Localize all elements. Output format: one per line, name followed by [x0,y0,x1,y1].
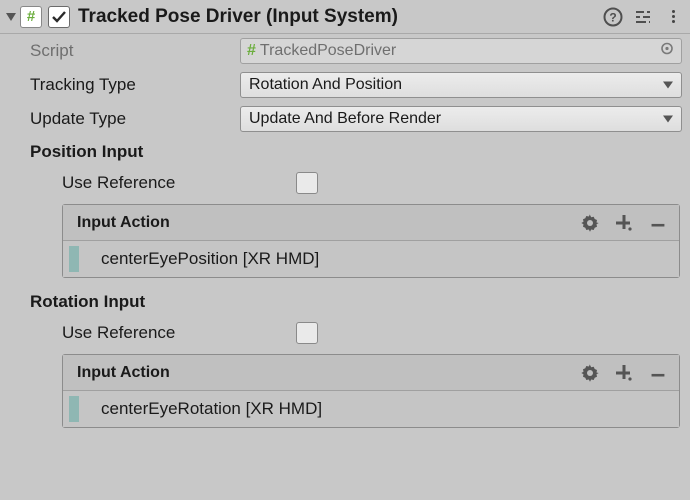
update-type-row: Update Type Update And Before Render [0,102,690,136]
rotation-input-action-box: Input Action – centerEyeRotation [XR HMD… [62,354,680,428]
help-icon[interactable]: ? [602,6,624,28]
gear-icon[interactable] [579,362,601,384]
update-type-label: Update Type [30,109,240,129]
rotation-use-reference-row: Use Reference [0,316,690,350]
object-picker-icon[interactable] [659,41,675,62]
component-title: Tracked Pose Driver (Input System) [78,6,398,28]
tracking-type-label: Tracking Type [30,75,240,95]
position-input-heading: Position Input [0,136,690,166]
rotation-input-heading: Rotation Input [0,286,690,316]
rotation-use-reference-checkbox[interactable] [296,322,318,344]
rotation-use-reference-label: Use Reference [62,323,296,343]
context-menu-icon[interactable] [662,6,684,28]
script-hash-icon: # [247,42,256,60]
foldout-toggle-icon[interactable] [6,13,16,21]
remove-icon[interactable]: – [647,362,669,384]
script-label: Script [30,41,240,61]
script-object-field[interactable]: # TrackedPoseDriver [240,38,682,64]
position-input-binding: centerEyePosition [XR HMD] [101,249,319,269]
rotation-input-action-label: Input Action [77,364,170,382]
position-input-action-box: Input Action – centerEyePosition [XR HMD… [62,204,680,278]
update-type-dropdown[interactable]: Update And Before Render [240,106,682,132]
checkmark-icon [51,9,67,25]
svg-text:?: ? [609,10,616,24]
rotation-input-action-header: Input Action – [63,355,679,391]
enable-checkbox[interactable] [48,6,70,28]
rotation-input-binding: centerEyeRotation [XR HMD] [101,399,322,419]
tracking-type-value: Rotation And Position [249,76,402,94]
position-use-reference-row: Use Reference [0,166,690,200]
gear-icon[interactable] [579,212,601,234]
position-input-action-header: Input Action – [63,205,679,241]
script-value: TrackedPoseDriver [260,42,396,60]
add-icon[interactable] [613,212,635,234]
tracking-type-dropdown[interactable]: Rotation And Position [240,72,682,98]
tracking-type-row: Tracking Type Rotation And Position [0,68,690,102]
inspector-panel: # Tracked Pose Driver (Input System) ? S… [0,0,690,500]
position-use-reference-label: Use Reference [62,173,296,193]
position-input-action-label: Input Action [77,214,170,232]
rotation-input-binding-row[interactable]: centerEyeRotation [XR HMD] [63,391,679,427]
position-use-reference-checkbox[interactable] [296,172,318,194]
component-header[interactable]: # Tracked Pose Driver (Input System) ? [0,0,690,34]
add-icon[interactable] [613,362,635,384]
remove-icon[interactable]: – [647,212,669,234]
update-type-value: Update And Before Render [249,110,441,128]
presets-icon[interactable] [632,6,654,28]
drag-handle-icon[interactable] [69,396,79,422]
script-row: Script # TrackedPoseDriver [0,34,690,68]
drag-handle-icon[interactable] [69,246,79,272]
script-icon: # [20,6,42,28]
position-input-binding-row[interactable]: centerEyePosition [XR HMD] [63,241,679,277]
chevron-down-icon [663,116,673,123]
chevron-down-icon [663,82,673,89]
